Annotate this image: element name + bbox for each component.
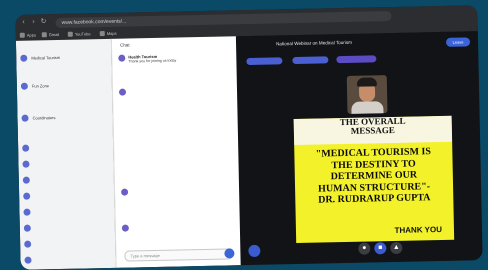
chat-input[interactable]: Type a message [124,248,235,262]
avatar [23,209,31,217]
bookmark-maps[interactable]: Maps [99,30,117,37]
channel-item[interactable] [22,173,110,187]
device-screen: ‹ › ↻ www.facebook.com/events/... Apps G… [15,5,483,270]
info-icon[interactable] [248,244,261,258]
send-icon[interactable] [224,248,235,259]
bookmark-apps[interactable]: Apps [19,31,36,39]
avatar [22,145,30,153]
forward-icon[interactable]: › [29,18,37,26]
avatar [23,193,31,201]
speaker-hair [356,77,377,87]
tab-3[interactable] [336,55,377,64]
avatar [22,161,30,169]
channel-item[interactable] [24,237,111,251]
avatar [24,241,32,249]
avatar [21,115,29,123]
avatar [20,55,28,63]
address-bar[interactable]: www.facebook.com/events/... [55,10,392,29]
meeting-title: National Webinar on Medical Tourism [275,39,353,47]
channel-item[interactable] [22,157,109,171]
avatar [118,54,126,62]
presentation-slide: THE OVERALL MESSAGE "MEDICAL TOURISM IS … [293,115,455,244]
leave-button[interactable]: Leave [445,37,471,47]
reload-icon[interactable]: ↻ [39,18,47,26]
apps-icon [19,33,25,39]
bookmark-gmail[interactable]: Gmail [41,31,60,38]
slide-heading: THE OVERALL MESSAGE [293,115,453,146]
avatar [23,225,31,233]
chat-header: Chat [119,42,130,48]
avatar [121,224,129,232]
chat-message [121,222,237,232]
avatar [20,83,28,91]
channel-item[interactable] [23,205,110,219]
chat-message [118,86,234,96]
slide-quote: "MEDICAL TOURISM IS THE DESTINY TO DETER… [315,146,432,206]
chat-message [121,186,236,196]
channel-item[interactable] [23,221,111,235]
channel-item[interactable]: Medical Tourism [20,51,107,65]
channel-item[interactable] [22,141,109,155]
back-icon[interactable]: ‹ [19,19,27,27]
mic-icon[interactable]: ● [358,242,371,255]
gmail-icon [41,32,47,38]
tab-1[interactable] [246,57,283,66]
channel-item[interactable] [23,189,110,203]
chat-panel: Chat Health Tourism Thank you for joinin… [110,36,242,268]
channel-sidebar: Medical Tourism Fun Zone Coordinators [15,38,116,270]
avatar [22,177,30,185]
channel-item[interactable]: Coordinators [21,111,108,125]
speaker-shirt [351,101,384,114]
avatar [24,257,32,265]
slide-footer: THANK YOU [394,224,443,235]
chat-message: Health Tourism Thank you for joining us … [118,52,233,64]
avatar [118,88,127,96]
tab-2[interactable] [292,56,329,65]
meeting-stage: National Webinar on Medical Tourism Leav… [235,31,483,266]
maps-icon [99,31,105,37]
channel-item[interactable] [24,253,111,267]
speaker-video [346,75,388,114]
bookmark-youtube[interactable]: YouTube [67,30,91,38]
camera-icon[interactable]: ■ [374,242,387,255]
share-icon[interactable]: ▲ [390,241,403,255]
channel-item[interactable]: Fun Zone [20,79,108,93]
youtube-icon [67,32,73,38]
avatar [121,188,129,196]
